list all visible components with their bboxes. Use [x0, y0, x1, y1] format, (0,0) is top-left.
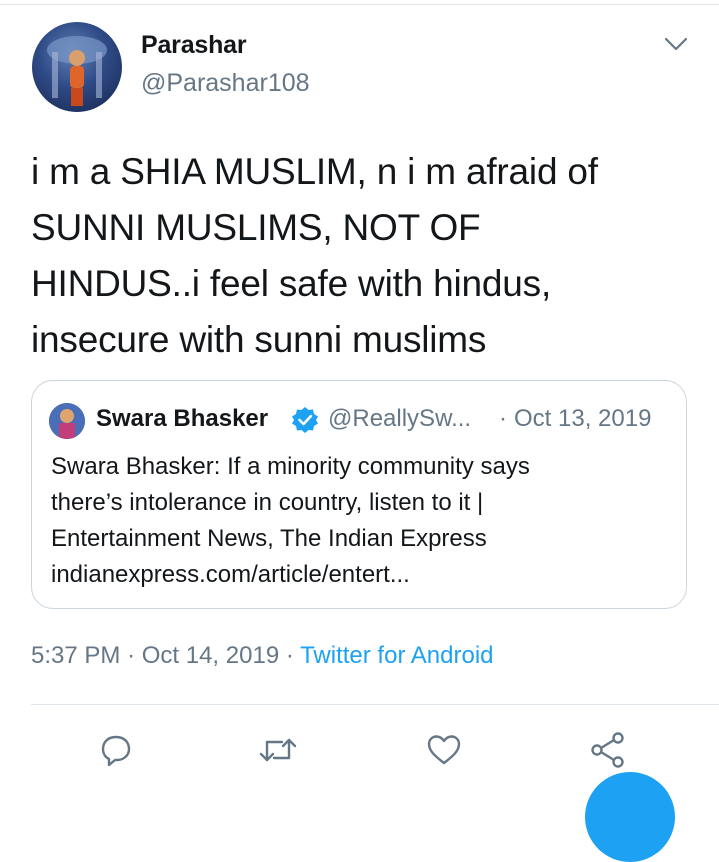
quoted-author-handle: @ReallySw... [328, 405, 472, 432]
verified-badge-icon [290, 405, 320, 435]
meta-separator: · [127, 642, 142, 669]
tweet-text: i m a SHIA MUSLIM, n i m afraid of SUNNI… [31, 151, 598, 360]
meta-separator: · [285, 642, 301, 669]
tweet-time: 5:37 PM [31, 642, 121, 669]
tweet-source-link[interactable]: Twitter for Android [300, 642, 493, 669]
author-name[interactable]: Parashar [141, 31, 247, 60]
top-divider [0, 4, 719, 5]
reply-icon[interactable] [96, 730, 136, 770]
quoted-tweet-card[interactable]: Swara Bhasker @ReallySw... · Oct 13, 201… [31, 380, 687, 609]
actions-divider [31, 704, 719, 705]
chevron-down-icon[interactable] [663, 34, 689, 54]
author-handle[interactable]: @Parashar108 [141, 69, 310, 98]
compose-icon[interactable] [585, 772, 675, 862]
quoted-text: Swara Bhasker: If a minority community s… [51, 453, 530, 588]
quoted-author-name: Swara Bhasker [96, 405, 269, 432]
like-icon[interactable] [424, 730, 464, 770]
tweet-date: Oct 14, 2019 [141, 642, 280, 669]
separator-dot: · [499, 405, 507, 432]
quoted-avatar [49, 403, 85, 439]
tweet-meta: 5:37 PM · Oct 14, 2019 · Twitter for And… [31, 642, 494, 670]
avatar[interactable] [32, 22, 122, 112]
retweet-icon[interactable] [258, 730, 298, 770]
share-icon[interactable] [588, 730, 628, 770]
quoted-date: Oct 13, 2019 [514, 405, 652, 432]
